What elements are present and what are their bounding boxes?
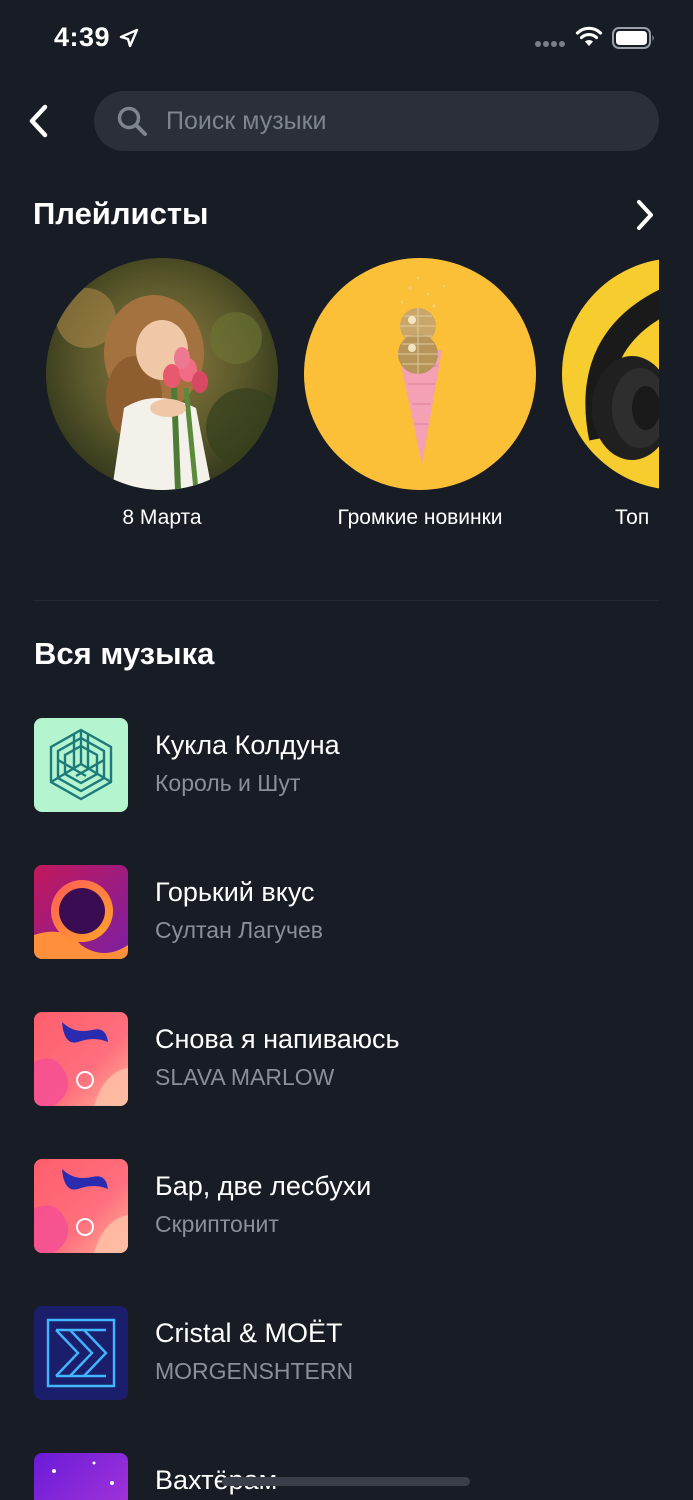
playlist-name: Громкие новинки: [337, 506, 503, 529]
track-artist: Султан Лагучев: [155, 917, 323, 943]
track-item[interactable]: Горький вкус Султан Лагучев: [34, 865, 659, 959]
playlist-card[interactable]: Топ: [562, 258, 659, 530]
coral-wave-art: [34, 1159, 128, 1253]
back-button[interactable]: [18, 100, 58, 142]
track-artist: MORGENSHTERN: [155, 1358, 354, 1384]
track-title: Cristal & МОЁТ: [155, 1318, 343, 1348]
track-artist: Король и Шут: [155, 770, 301, 796]
status-bar: 4:39: [0, 0, 693, 80]
track-item[interactable]: Кукла Колдуна Король и Шут: [34, 718, 659, 812]
wifi-icon: [575, 26, 603, 46]
home-indicator: [222, 1477, 470, 1486]
girl-with-tulips-image: [46, 258, 278, 490]
search-input[interactable]: [166, 106, 586, 136]
track-title: Снова я напиваюсь: [155, 1024, 400, 1054]
playlist-card[interactable]: Громкие новинки: [304, 258, 536, 530]
battery-icon: [612, 27, 654, 49]
playlist-name: Топ: [615, 506, 650, 529]
track-artist: Скриптонит: [155, 1211, 279, 1237]
track-title: Горький вкус: [155, 877, 315, 907]
hexagon-cube-art: [34, 718, 128, 812]
playlists-see-all-button[interactable]: [630, 196, 660, 234]
chevron-left-icon: [29, 104, 48, 138]
location-arrow-icon: [119, 28, 139, 48]
section-divider: [33, 600, 659, 601]
playlist-card[interactable]: 8 Марта: [46, 258, 278, 530]
search-bar[interactable]: [94, 91, 659, 151]
cellular-signal-icon: [535, 41, 565, 47]
track-title: Бар, две лесбухи: [155, 1171, 372, 1201]
status-time: 4:39: [54, 22, 111, 52]
headphones-image: [562, 258, 659, 490]
track-item[interactable]: Бар, две лесбухи Скриптонит: [34, 1159, 659, 1253]
track-item[interactable]: Снова я напиваюсь SLAVA MARLOW: [34, 1012, 659, 1106]
playlists-carousel[interactable]: 8 Марта Громкие новинки Топ: [0, 258, 659, 548]
arrows-art: [34, 1306, 128, 1400]
chevron-right-icon: [637, 200, 653, 230]
playlist-name: 8 Марта: [122, 506, 202, 529]
coral-wave-art: [34, 1012, 128, 1106]
playlists-title: Плейлисты: [33, 196, 209, 231]
all-music-title: Вся музыка: [34, 636, 215, 671]
disco-ice-cream-image: [304, 258, 536, 490]
track-title: Кукла Колдуна: [155, 730, 340, 760]
ring-art: [34, 865, 128, 959]
track-item[interactable]: Cristal & МОЁТ MORGENSHTERN: [34, 1306, 659, 1400]
track-artist: SLAVA MARLOW: [155, 1064, 335, 1090]
purple-stars-art: [34, 1453, 128, 1500]
search-icon: [117, 106, 147, 136]
